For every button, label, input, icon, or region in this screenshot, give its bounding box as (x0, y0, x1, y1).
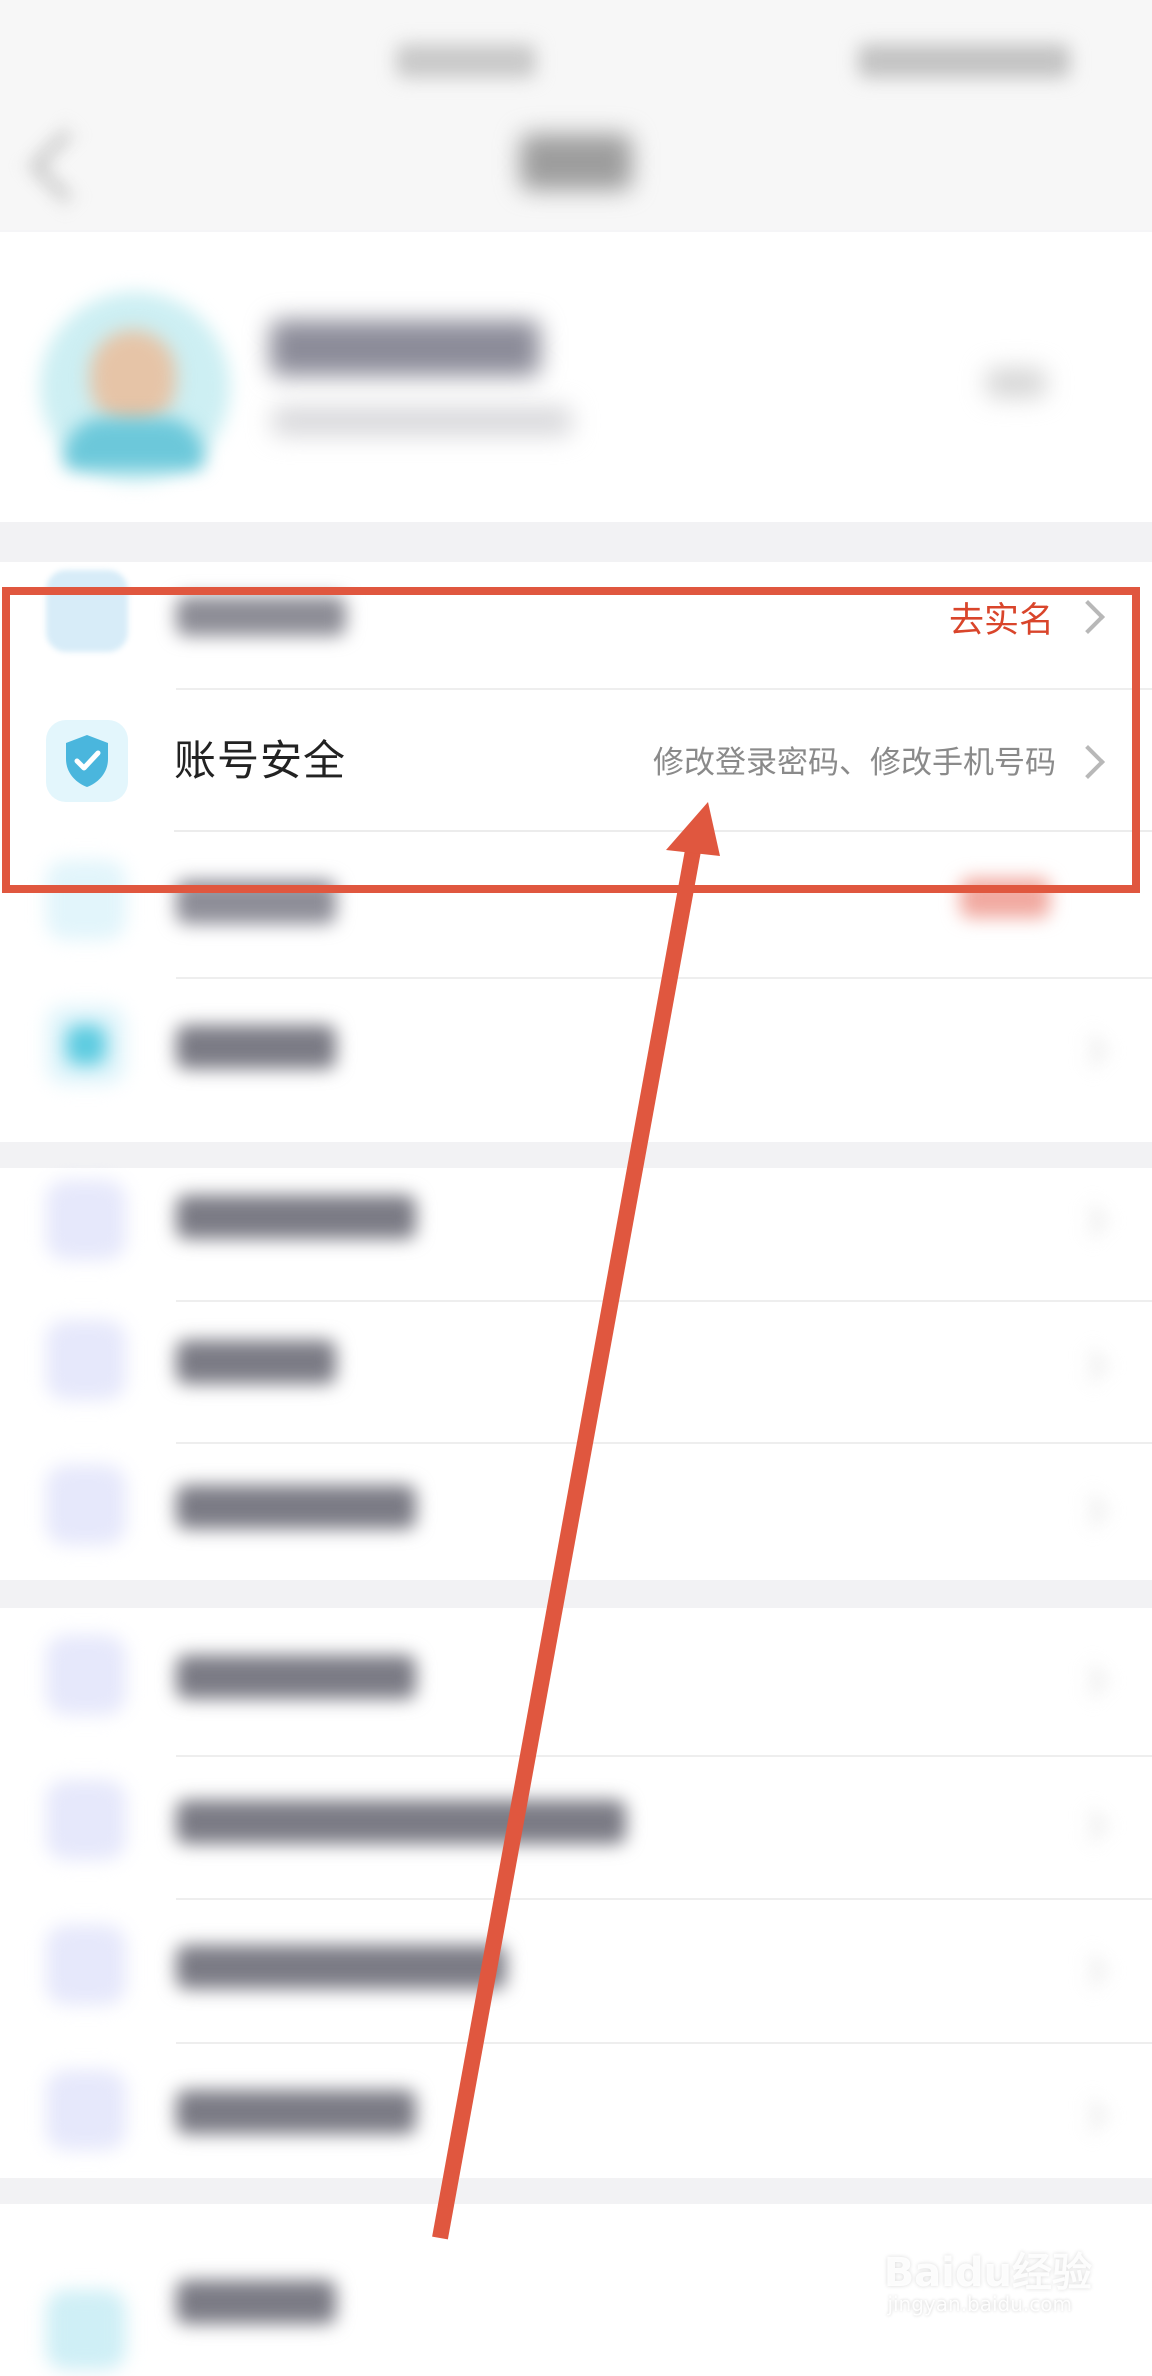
annotation-arrow (432, 802, 720, 2240)
watermark-logo: Baidu经验 (883, 2250, 1092, 2296)
watermark-url: jingyan.baidu.com (887, 2292, 1072, 2316)
